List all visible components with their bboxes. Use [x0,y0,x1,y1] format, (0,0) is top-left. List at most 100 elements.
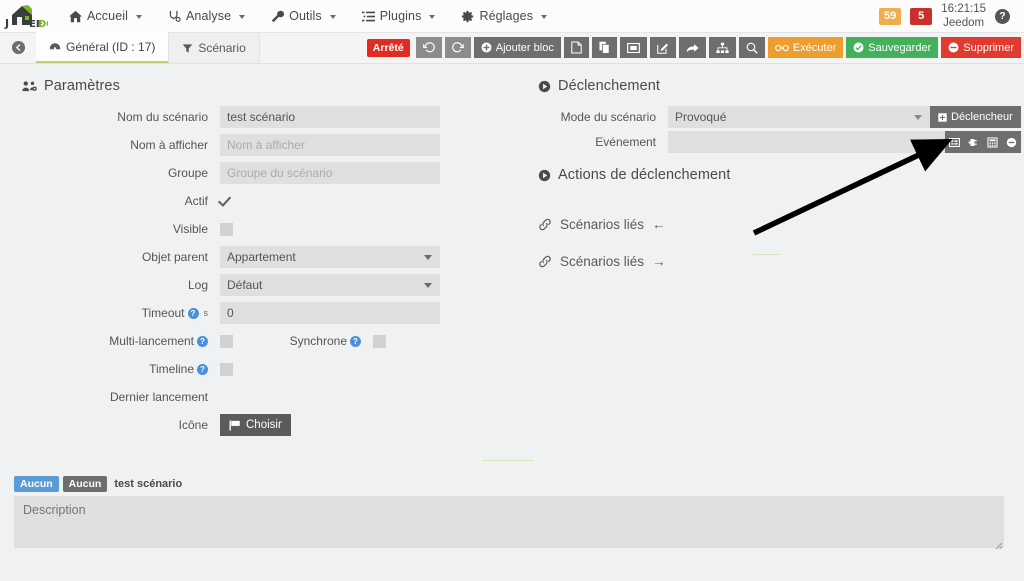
field-last-run: Dernier lancement [8,386,512,408]
svg-text:J: J [4,17,9,29]
save-button[interactable]: Sauvegarder [846,37,939,58]
danger-badge[interactable]: 5 [910,7,933,25]
filter-icon [183,43,193,53]
redo-icon [451,41,464,52]
jeedom-logo[interactable]: J EE DOM [0,0,52,33]
scenario-mode-select[interactable]: Provoqué [668,106,930,128]
delete-button[interactable]: Supprimer [941,37,1021,58]
footer-area: Aucun Aucun test scénario [0,476,1024,551]
arrow-right-icon: → [652,254,666,269]
minus-circle-icon[interactable] [1002,131,1021,153]
help-icon[interactable]: ? [187,307,199,319]
help-icon[interactable]: ? [350,335,361,347]
description-textarea[interactable] [14,496,1004,548]
add-trigger-button[interactable]: Déclencheur [930,106,1021,128]
parent-object-value: Appartement [227,250,296,264]
plus-circle-icon [481,42,492,53]
field-mode: Mode du scénario Provoqué Déclencheur [530,106,1024,128]
parameters-section-title: Paramètres [22,78,512,94]
choose-icon-button[interactable]: Choisir [220,414,291,436]
log-select[interactable]: Défaut [220,274,440,296]
calculator-icon[interactable] [983,131,1002,153]
active-checkbox[interactable] [220,195,233,208]
chevron-down-icon [329,15,336,19]
help-icon[interactable]: ? [197,335,208,347]
check-circle-icon [853,42,864,53]
display-name-input[interactable] [220,134,440,156]
visible-checkbox[interactable] [220,222,233,236]
nav-menu: Accueil Analyse Outils Plugins Réglages [56,1,560,31]
timeout-input[interactable] [220,302,440,324]
linked-scenarios-in[interactable]: Scénarios liés ← [538,217,1024,232]
choose-icon-label: Choisir [246,419,282,431]
tree-button[interactable] [708,37,736,58]
chevron-down-icon [429,15,436,19]
nav-item-outils[interactable]: Outils [258,1,349,31]
play-circle-icon [538,169,551,181]
search-icon [746,42,758,54]
duplicate-button[interactable] [591,37,617,58]
image-button[interactable] [619,37,647,58]
nav-item-outils-label: Outils [289,9,322,23]
plus-square-icon [938,112,947,122]
scenario-name-input[interactable] [220,106,440,128]
nav-item-plugins-label: Plugins [379,9,422,23]
share-button[interactable] [678,37,706,58]
help-icon[interactable]: ? [995,8,1010,24]
new-button[interactable] [563,37,589,58]
plug-icon[interactable] [964,131,983,153]
group-input[interactable] [220,162,440,184]
warning-badge[interactable]: 59 [878,7,902,25]
play-circle-icon [538,80,551,92]
add-block-label: Ajouter bloc [495,41,554,54]
sitemap-icon [716,42,729,53]
timeline-checkbox[interactable] [220,362,233,376]
field-multi-text: Multi-lancement [109,334,194,348]
gear-icon [462,10,474,22]
execute-label: Exécuter [792,41,837,54]
event-input[interactable] [668,131,945,153]
chevron-down-icon [424,255,432,260]
linked-scenarios-out-label: Scénarios liés [560,254,645,269]
delete-label: Supprimer [963,41,1014,54]
tab-scenario[interactable]: Scénario [169,33,260,63]
add-block-button[interactable]: Ajouter bloc [473,37,561,58]
back-button[interactable] [0,32,36,63]
nav-item-accueil[interactable]: Accueil [56,1,155,31]
field-last-run-label: Dernier lancement [109,390,208,404]
field-log-label: Log [187,278,208,292]
nav-item-plugins[interactable]: Plugins [349,1,449,31]
parameters-column: Paramètres Nom du scénario Nom à affiche… [0,74,512,442]
nav-item-analyse[interactable]: Analyse [155,1,258,31]
search-button[interactable] [738,37,765,58]
app-window: J EE DOM Accueil Analyse [0,0,1024,581]
glasses-icon [774,44,789,51]
nav-item-reglages[interactable]: Réglages [448,1,560,31]
wrench-icon [271,10,285,22]
edit-button[interactable] [649,37,676,58]
nav-item-reglages-label: Réglages [479,9,534,23]
linked-scenarios-out[interactable]: Scénarios liés → [538,254,1024,269]
multi-launch-checkbox[interactable] [220,334,233,348]
field-name: Nom du scénario [8,106,512,128]
field-multi-launch: Multi-lancement ? Synchrone ? [8,330,512,352]
parent-object-select[interactable]: Appartement [220,246,440,268]
tab-general[interactable]: Général (ID : 17) [36,32,170,63]
redo-button[interactable] [444,37,471,58]
execute-button[interactable]: Exécuter [767,37,844,58]
navbar-right: 59 5 16:21:15 Jeedom ? [878,2,1018,31]
trigger-actions-title[interactable]: Actions de déclenchement [538,167,1024,183]
field-active: Actif [8,190,512,212]
parameters-title-text: Paramètres [44,78,120,94]
field-log: Log Défaut [8,274,512,296]
link-icon [539,218,551,231]
undo-button[interactable] [415,37,442,58]
field-group: Groupe [8,162,512,184]
image-icon [626,42,640,53]
trigger-section-title[interactable]: Déclenchement [538,78,1024,94]
list-display-icon[interactable] [945,131,964,153]
help-icon[interactable]: ? [197,363,208,375]
timeout-unit: s [203,308,209,318]
sync-checkbox[interactable] [373,334,386,348]
field-event-label: Evénement [595,135,656,149]
